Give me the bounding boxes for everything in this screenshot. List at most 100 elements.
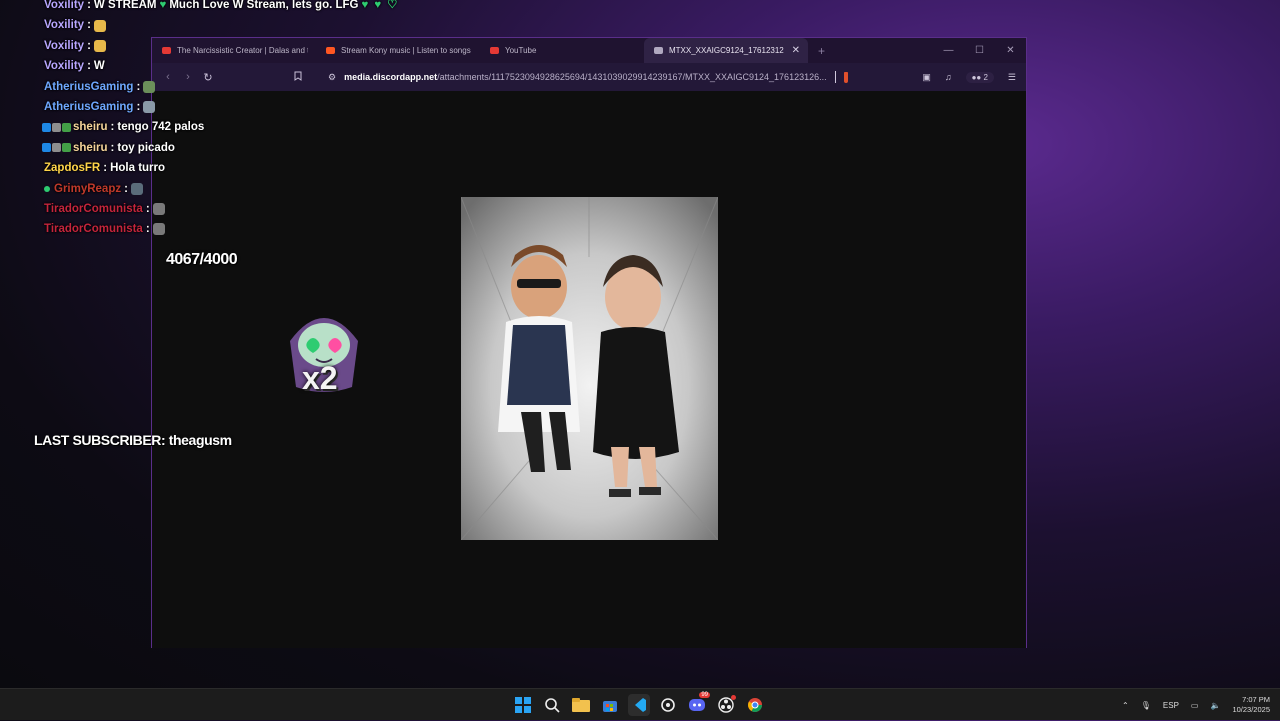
emote-icon	[94, 20, 106, 32]
menu-icon[interactable]: ☰	[1008, 72, 1016, 83]
heart-icon: ♥	[160, 0, 167, 15]
chat-message: Voxility:W STREAM♥Much Love W Stream, le…	[44, 0, 404, 15]
chat-separator: :	[146, 219, 150, 239]
clock-time: 7:07 PM	[1232, 695, 1270, 705]
emote-icon	[153, 223, 165, 235]
close-tab-icon[interactable]: ✕	[792, 45, 800, 56]
media-icon[interactable]: ♫	[945, 72, 952, 82]
chevron-up-icon[interactable]: ⌃	[1122, 701, 1129, 710]
search-icon[interactable]	[541, 694, 563, 716]
file-explorer-icon[interactable]	[570, 694, 592, 716]
discord-icon[interactable]: 99	[686, 694, 708, 716]
tab-favicon-icon	[490, 47, 499, 54]
obs-icon[interactable]	[715, 694, 737, 716]
chat-message: sheiru:toy picado	[44, 138, 404, 158]
chat-separator: :	[136, 77, 140, 97]
vpn-badge[interactable]: ●● 2	[966, 72, 994, 83]
user-badges	[42, 123, 71, 132]
chat-message: sheiru:tengo 742 palos	[44, 117, 404, 137]
badge-icon	[42, 123, 51, 132]
goal-counter: 4067/4000	[166, 251, 237, 269]
emote-icon	[143, 81, 155, 93]
chat-separator: :	[87, 36, 91, 56]
chat-separator: :	[136, 97, 140, 117]
recording-dot	[731, 695, 736, 700]
emote-icon	[94, 40, 106, 52]
chat-message: TiradorComunista:	[44, 219, 404, 239]
toolbar-right: ▣ ♫ ●● 2 ☰	[922, 72, 1026, 83]
chat-text: tengo 742 palos	[117, 117, 204, 137]
chat-username[interactable]: Voxility	[44, 15, 84, 35]
chat-username[interactable]: GrimyReapz	[54, 179, 121, 199]
volume-icon[interactable]: 🔈	[1210, 701, 1220, 710]
badge-icon	[52, 143, 61, 152]
chat-message: AtheriusGaming:	[44, 97, 404, 117]
chat-separator: :	[124, 179, 128, 199]
chat-separator: :	[111, 138, 115, 158]
chat-message: AtheriusGaming:	[44, 77, 404, 97]
vscode-icon[interactable]	[628, 694, 650, 716]
clock[interactable]: 7:07 PM 10/23/2025	[1232, 695, 1270, 715]
url-path: /attachments/1117523094928625694/1431039…	[437, 72, 827, 82]
chat-separator: :	[87, 15, 91, 35]
chat-message: GrimyReapz:	[44, 179, 404, 199]
reader-mode-icon[interactable]: ▣	[922, 72, 931, 83]
tab-title: MTXX_XXAIGC9124_17612312	[669, 46, 786, 55]
chat-username[interactable]: AtheriusGaming	[44, 97, 133, 117]
store-icon[interactable]	[599, 694, 621, 716]
chat-username[interactable]: sheiru	[73, 138, 108, 158]
emote-icon	[143, 101, 155, 113]
vpn-count: 2	[983, 73, 987, 82]
chat-username[interactable]: AtheriusGaming	[44, 77, 133, 97]
minimize-icon[interactable]: —	[933, 45, 964, 56]
maximize-icon[interactable]: ☐	[964, 45, 995, 56]
microphone-icon[interactable]: 🎙	[1141, 701, 1151, 710]
chat-separator: :	[87, 0, 91, 15]
heart-icon: ♥	[374, 0, 381, 15]
chat-username[interactable]: ZapdosFR	[44, 158, 100, 178]
chat-message: TiradorComunista:	[44, 199, 404, 219]
chat-username[interactable]: Voxility	[44, 56, 84, 76]
chrome-icon[interactable]	[744, 694, 766, 716]
new-tab-button[interactable]: +	[808, 38, 835, 63]
chat-username[interactable]: Voxility	[44, 36, 84, 56]
browser-tab[interactable]: YouTube	[480, 38, 644, 63]
chat-separator: :	[111, 117, 115, 137]
badge-icon	[42, 143, 51, 152]
discord-badge: 99	[699, 692, 710, 698]
heart-outline-icon: ♡	[387, 0, 397, 15]
multiplier-label: x2	[302, 360, 338, 397]
last-subscriber: LAST SUBSCRIBER: theagusm	[34, 432, 232, 448]
network-icon[interactable]: ▭	[1191, 701, 1199, 710]
attachment-image	[461, 197, 718, 540]
steam-icon[interactable]	[657, 694, 679, 716]
chat-message: ZapdosFR:Hola turro	[44, 158, 404, 178]
chat-separator: :	[103, 158, 107, 178]
clock-date: 10/23/2025	[1232, 705, 1270, 715]
close-window-icon[interactable]: ✕	[995, 45, 1026, 56]
chat-username[interactable]: TiradorComunista	[44, 219, 143, 239]
system-tray: ⌃ 🎙 ESP ▭ 🔈 7:07 PM 10/23/2025	[1122, 689, 1270, 721]
chat-separator: :	[146, 199, 150, 219]
taskbar: 99 ⌃ 🎙 ESP ▭ 🔈 7:07 PM 10/23/2025	[0, 688, 1280, 720]
chat-username[interactable]: sheiru	[73, 117, 108, 137]
stream-chat: Voxility:W STREAM♥Much Love W Stream, le…	[44, 0, 404, 240]
chat-text: toy picado	[117, 138, 175, 158]
emote-icon	[131, 183, 143, 195]
browser-tab[interactable]: MTXX_XXAIGC9124_17612312 ✕	[644, 38, 808, 63]
user-badges	[42, 143, 71, 152]
chat-text: W STREAM	[94, 0, 157, 15]
address-bar[interactable]: ⚙ media.discordapp.net /attachments/1117…	[328, 67, 848, 87]
tab-favicon-icon	[654, 47, 663, 54]
chat-message: Voxility:	[44, 15, 404, 35]
chat-username[interactable]: Voxility	[44, 0, 84, 15]
windows-start-icon[interactable]	[512, 694, 534, 716]
chat-message: Voxility:W	[44, 56, 404, 76]
badge-icon	[62, 123, 71, 132]
chat-username[interactable]: TiradorComunista	[44, 199, 143, 219]
chat-text: W	[94, 56, 105, 76]
language-indicator[interactable]: ESP	[1163, 701, 1179, 710]
window-controls: — ☐ ✕	[933, 38, 1026, 63]
brave-shields-icon[interactable]	[844, 72, 848, 83]
taskbar-apps: 99	[512, 694, 766, 716]
